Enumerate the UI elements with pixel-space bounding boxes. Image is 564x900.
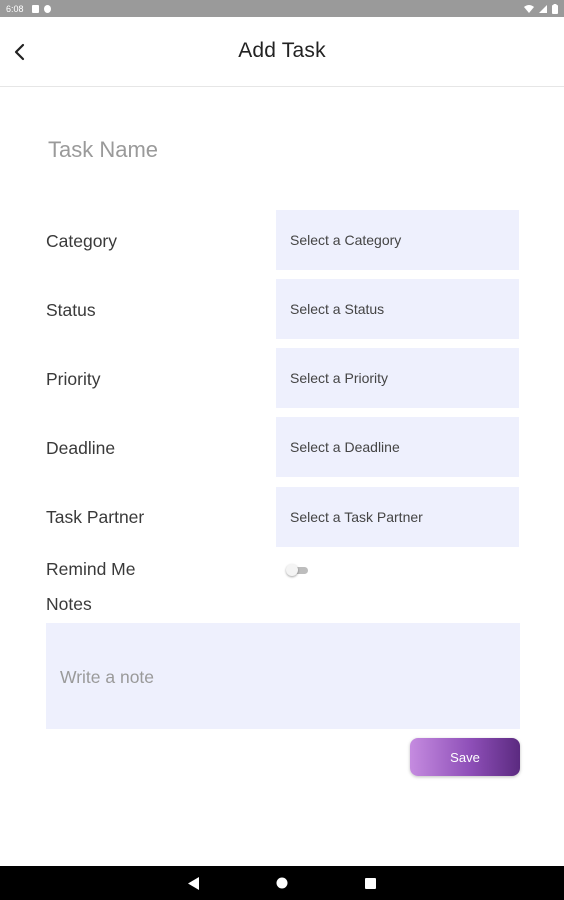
category-select[interactable]: Select a Category — [276, 210, 519, 270]
priority-label: Priority — [46, 369, 101, 389]
page-title: Add Task — [238, 39, 326, 62]
circle-home-icon — [276, 877, 288, 889]
app-notification-icon — [43, 4, 51, 13]
notes-input[interactable] — [46, 623, 520, 729]
notes-label: Notes — [46, 594, 92, 614]
battery-icon — [552, 3, 558, 14]
signal-icon — [539, 4, 547, 13]
task-partner-select[interactable]: Select a Task Partner — [276, 487, 519, 547]
toggle-thumb — [286, 564, 298, 576]
square-recents-icon — [364, 877, 376, 889]
task-name-input[interactable] — [48, 134, 518, 166]
task-partner-label: Task Partner — [46, 507, 145, 527]
save-button[interactable]: Save — [410, 738, 520, 776]
remind-me-label: Remind Me — [46, 559, 136, 579]
nav-home-button[interactable] — [272, 873, 292, 893]
sd-card-icon — [31, 4, 39, 13]
status-icons — [524, 3, 558, 14]
triangle-back-icon — [188, 876, 199, 890]
deadline-label: Deadline — [46, 438, 116, 458]
deadline-select[interactable]: Select a Deadline — [276, 417, 519, 477]
app-bar: Add Task — [0, 17, 564, 87]
status-select[interactable]: Select a Status — [276, 279, 519, 339]
priority-select[interactable]: Select a Priority — [276, 348, 519, 408]
remind-me-toggle[interactable] — [286, 564, 308, 576]
status-time: 6:08 — [6, 3, 24, 14]
status-label: Status — [46, 300, 96, 320]
system-nav-bar — [0, 866, 564, 900]
wifi-icon — [524, 4, 534, 13]
status-bar: 6:08 — [0, 0, 564, 17]
nav-recents-button[interactable] — [360, 873, 380, 893]
category-label: Category — [46, 231, 118, 251]
nav-back-button[interactable] — [184, 873, 204, 893]
